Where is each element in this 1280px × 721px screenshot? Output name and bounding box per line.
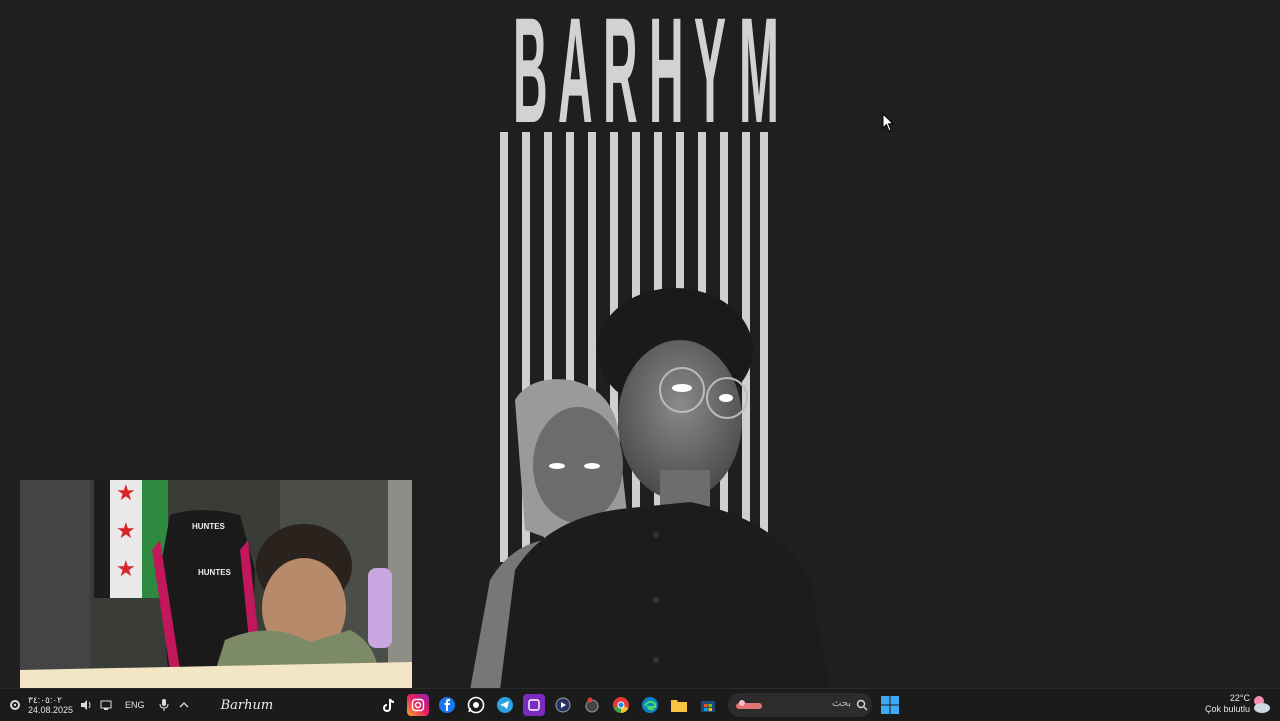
clock-date: 24.08.2025 [28,705,74,715]
search-icon [856,699,868,711]
wallpaper-portrait [470,288,830,688]
webcam-overlay: ★ ★ ★ HUNTES HUNTES [20,480,412,688]
taskbar-search[interactable]: بحث [728,693,872,717]
taskbar: ٣٤:٠٥:٠٢ 24.08.2025 ENG Barhum بحث 22°C … [0,688,1280,721]
file-explorer-icon[interactable] [668,694,690,716]
svg-text:★: ★ [116,557,136,582]
desktop-wallpaper: B A R H Y M ★ ★ ★ HUNTES HUNTES [0,0,1280,688]
microphone-icon[interactable] [157,698,171,712]
signature-text: Barhum [220,697,274,713]
start-button-windows-icon[interactable] [880,695,900,715]
wallpaper-letter: Y [693,0,726,154]
wallpaper-title: B A R H Y M [498,0,779,154]
tiktok-icon[interactable] [378,694,400,716]
wallpaper-letter: A [558,0,593,154]
instagram-icon[interactable] [407,694,429,716]
taskbar-apps [378,693,719,717]
chair-brand-label: HUNTES [192,522,225,531]
weather-widget[interactable]: 22°C Çok bulutlu [1205,693,1250,715]
signature-logo: Barhum [221,698,274,713]
settings-gear-icon[interactable] [8,698,22,712]
media-player-icon[interactable] [552,694,574,716]
app-purple-icon[interactable] [523,694,545,716]
facebook-icon[interactable] [436,694,458,716]
game-icon[interactable] [581,694,603,716]
webcam-feed: ★ ★ ★ [20,480,412,688]
svg-text:★: ★ [116,481,136,506]
taskbar-clock[interactable]: ٣٤:٠٥:٠٢ 24.08.2025 [28,695,73,715]
search-highlight-icon [736,700,762,709]
chrome-icon[interactable] [610,694,632,716]
wallpaper-letter: R [603,0,638,154]
mouse-cursor-icon [882,113,895,132]
volume-icon[interactable] [79,698,93,712]
taskbar-tray-left: ٣٤:٠٥:٠٢ 24.08.2025 ENG Barhum [8,689,273,721]
search-input[interactable]: بحث [832,698,851,709]
microsoft-store-icon[interactable] [697,694,719,716]
wallpaper-letter: B [512,0,548,154]
weather-icon [1254,696,1270,713]
chair-brand-label-back: HUNTES [198,568,231,577]
language-indicator[interactable]: ENG [125,700,145,710]
svg-text:★: ★ [116,519,136,544]
chevron-up-icon[interactable] [177,698,191,712]
weather-condition: Çok bulutlu [1204,704,1250,714]
network-icon[interactable] [99,698,113,712]
wallpaper-letter: H [648,0,684,154]
whatsapp-icon[interactable] [465,694,487,716]
telegram-icon[interactable] [494,694,516,716]
wallpaper-letter: M [738,0,779,154]
edge-icon[interactable] [639,694,661,716]
weather-temperature: 22°C [1229,693,1250,703]
clock-time: ٣٤:٠٥:٠٢ [28,695,63,705]
